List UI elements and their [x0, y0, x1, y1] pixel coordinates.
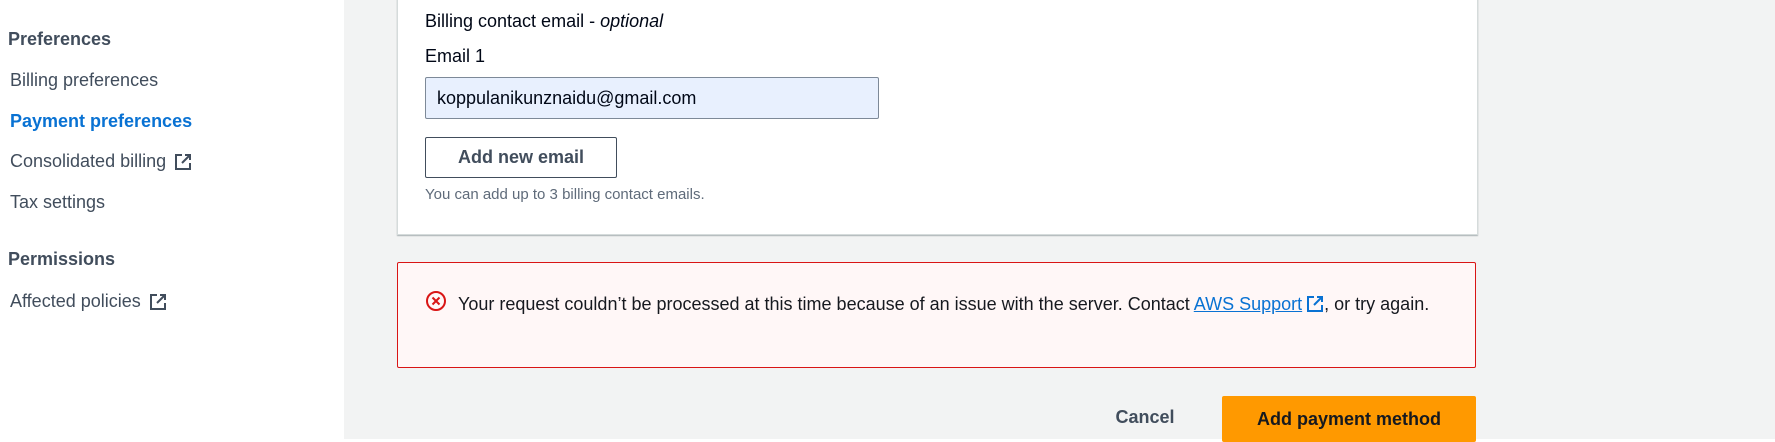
optional-tag: optional — [600, 11, 664, 31]
sidebar-item-label: Consolidated billing — [10, 151, 167, 171]
sidebar-item-label: Affected policies — [10, 291, 141, 311]
email-limit-hint: You can add up to 3 billing contact emai… — [425, 186, 705, 203]
sidebar-item-affected-policies[interactable]: Affected policies — [10, 291, 167, 312]
billing-contact-card: Billing contact email - optional Email 1… — [397, 0, 1478, 235]
error-circle-x-icon — [426, 291, 446, 311]
external-link-icon — [175, 153, 192, 170]
preferences-heading: Preferences — [8, 29, 112, 49]
sidebar-item-consolidated-billing[interactable]: Consolidated billing — [10, 151, 192, 172]
sidebar-item-label: Tax settings — [10, 192, 106, 212]
billing-contact-label: Billing contact email - optional — [425, 11, 664, 31]
sidebar-item-billing-preferences[interactable]: Billing preferences — [10, 70, 158, 91]
external-link-icon — [1307, 296, 1324, 312]
email-1-input[interactable] — [425, 77, 879, 119]
sidebar: Preferences Billing preferences Payment … — [0, 0, 344, 439]
permissions-heading: Permissions — [8, 249, 116, 269]
add-payment-method-button[interactable]: Add payment method — [1222, 396, 1476, 442]
error-alert: Your request couldn’t be processed at th… — [397, 262, 1476, 368]
main-content: Billing contact email - optional Email 1… — [344, 0, 1775, 442]
sidebar-item-tax-settings[interactable]: Tax settings — [10, 192, 105, 213]
sidebar-item-label: Billing preferences — [10, 70, 159, 90]
sidebar-item-label: Payment preferences — [10, 111, 193, 131]
sidebar-item-payment-preferences[interactable]: Payment preferences — [10, 111, 192, 132]
aws-support-link[interactable]: AWS Support — [1194, 294, 1324, 314]
external-link-icon — [149, 293, 166, 310]
email-1-label: Email 1 — [425, 46, 486, 66]
cancel-button[interactable]: Cancel — [1100, 396, 1190, 439]
add-new-email-button[interactable]: Add new email — [425, 137, 617, 178]
error-message: Your request couldn’t be processed at th… — [458, 294, 1430, 314]
